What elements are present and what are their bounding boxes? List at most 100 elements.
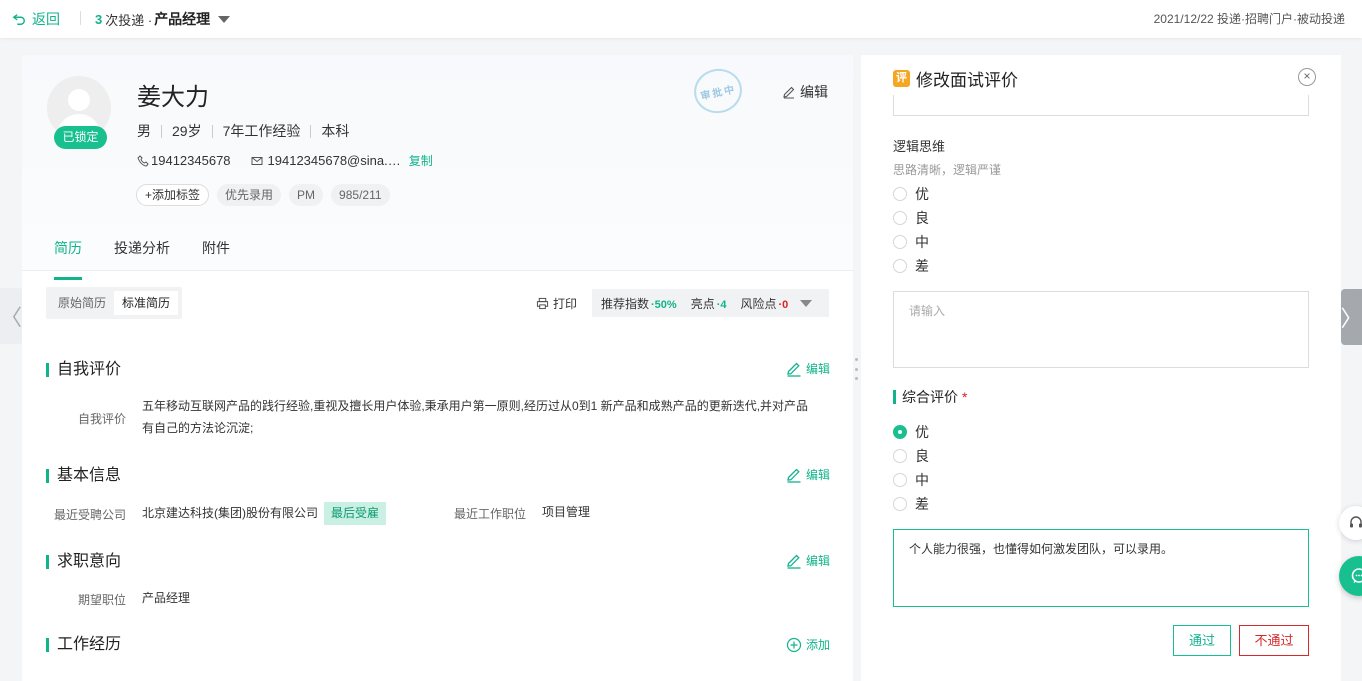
locked-badge: 已锁定: [54, 126, 107, 149]
pencil-icon: [787, 468, 801, 483]
recent-company-label: 最近受聘公司: [54, 508, 127, 522]
section-title-work: 工作经历: [46, 637, 121, 653]
resize-handle[interactable]: [855, 358, 859, 380]
candidate-name: 姜大力: [137, 84, 209, 111]
back-label: 返回: [32, 11, 60, 27]
plus-icon: +: [145, 188, 153, 202]
reject-button[interactable]: 不通过: [1239, 625, 1309, 656]
topbar-divider: [80, 11, 81, 25]
section-title-self-eval: 自我评价: [46, 362, 121, 378]
tabs-divider: [22, 270, 853, 271]
logic-comment-input[interactable]: 请输入: [893, 291, 1309, 368]
top-bar: 返回 3 次投递 · 产品经理 2021/12/22 投递·招聘门户·被动投递: [0, 0, 1362, 38]
standard-resume-toggle[interactable]: 标准简历: [114, 291, 178, 315]
tab-resume[interactable]: 简历: [54, 238, 82, 280]
phone-icon: [137, 154, 149, 167]
tag-list: +添加标签 优先录用 PM 985/211: [136, 184, 390, 206]
edit-profile-button[interactable]: 编辑: [782, 82, 828, 102]
logic-option-average[interactable]: 中: [893, 232, 929, 252]
support-button[interactable]: [1339, 506, 1362, 540]
pencil-icon: [787, 362, 801, 377]
score-summary[interactable]: 推荐指数 ·50% 亮点 ·4 风险点 ·0: [592, 289, 829, 317]
original-resume-toggle[interactable]: 原始简历: [50, 291, 114, 315]
chat-icon: [1351, 568, 1362, 583]
delivery-count: 3: [95, 11, 103, 27]
mail-icon: [251, 156, 263, 165]
pass-button[interactable]: 通过: [1173, 625, 1231, 656]
edit-intent-button[interactable]: 编辑: [786, 552, 830, 569]
overall-comment-input[interactable]: 个人能力很强，也懂得如何激发团队，可以录用。: [893, 529, 1309, 607]
recent-job-value: 项目管理: [542, 505, 591, 519]
logic-option-good[interactable]: 良: [893, 208, 929, 228]
tag-item: 优先录用: [217, 184, 282, 206]
edit-self-eval-button[interactable]: 编辑: [786, 360, 830, 377]
chevron-down-icon: [218, 15, 231, 23]
chevron-right-icon: 〉: [1340, 306, 1362, 331]
section-title-intent: 求职意向: [46, 554, 121, 570]
back-button[interactable]: 返回: [12, 9, 60, 29]
delivery-text: 次投递 ·: [105, 12, 153, 28]
interview-eval-panel: 评 修改面试评价 × 逻辑思维 思路清晰，逻辑严谨 优 良 中 差 请输入 综合…: [861, 55, 1341, 681]
resume-card: 已锁定 姜大力 男 29岁 7年工作经验 本科 19412345678 1941…: [22, 55, 853, 681]
close-icon: ×: [1303, 69, 1311, 83]
evaluation-icon: 评: [893, 70, 910, 87]
education: 本科: [321, 123, 350, 139]
add-tag-button[interactable]: +添加标签: [136, 184, 210, 206]
overall-title: 综合评价 *: [893, 390, 967, 404]
chevron-left-icon: 〈: [0, 305, 23, 330]
copy-link[interactable]: 复制: [409, 152, 433, 169]
approval-stamp: 审批中: [689, 64, 747, 118]
back-arrow-icon: [12, 14, 25, 25]
printer-icon: [536, 297, 549, 310]
recommend-value: ·50%: [651, 298, 677, 311]
delivery-meta: 2021/12/22 投递·招聘门户·被动投递: [1153, 12, 1345, 26]
highlight-label: 亮点: [690, 296, 715, 311]
logic-option-excellent[interactable]: 优: [893, 184, 929, 204]
recommend-label: 推荐指数: [601, 296, 650, 311]
logic-option-poor[interactable]: 差: [893, 256, 929, 276]
recent-job-label: 最近工作职位: [454, 507, 527, 521]
phone-number: 19412345678: [151, 153, 231, 168]
overall-option-average[interactable]: 中: [893, 470, 929, 490]
logic-subtitle: 思路清晰，逻辑严谨: [893, 163, 1002, 177]
tag-item: PM: [289, 184, 324, 206]
chat-button[interactable]: [1339, 556, 1362, 596]
close-button[interactable]: ×: [1298, 68, 1316, 86]
overall-option-poor[interactable]: 差: [893, 494, 929, 514]
email-address: 19412345678@sina.…: [267, 153, 401, 168]
tab-delivery-analysis[interactable]: 投递分析: [114, 238, 170, 268]
risk-value: ·0: [778, 298, 789, 311]
pencil-icon: [783, 86, 795, 99]
plus-circle-icon: [786, 637, 802, 652]
overall-option-excellent[interactable]: 优: [893, 422, 929, 442]
resume-tabs: 简历 投递分析 附件: [54, 238, 230, 280]
delivery-selector[interactable]: 3 次投递 · 产品经理: [95, 9, 231, 29]
collapse-right-handle[interactable]: 〉: [1341, 289, 1362, 345]
headset-icon: [1350, 516, 1362, 528]
add-work-button[interactable]: 添加: [786, 636, 830, 653]
overall-option-good[interactable]: 良: [893, 446, 929, 466]
age: 29岁: [172, 123, 202, 139]
gender: 男: [137, 123, 151, 139]
panel-title: 评 修改面试评价: [893, 66, 1018, 91]
print-button[interactable]: 打印: [536, 295, 577, 312]
delivery-position: 产品经理: [154, 11, 211, 27]
collapse-left-handle[interactable]: 〈: [0, 288, 22, 344]
tab-attachments[interactable]: 附件: [202, 238, 230, 268]
expected-position-value: 产品经理: [142, 591, 191, 605]
self-eval-text: 五年移动互联网产品的践行经验,重视及擅长用户体验,秉承用户第一原则,经历过从0到…: [142, 399, 809, 435]
contact-info: 19412345678 19412345678@sina.… 复制: [137, 152, 433, 169]
experience: 7年工作经验: [222, 123, 301, 139]
edit-basic-info-button[interactable]: 编辑: [786, 466, 830, 483]
recent-company-value: 北京建达科技(集团)股份有限公司: [142, 506, 318, 520]
pencil-icon: [787, 554, 801, 569]
chevron-down-icon: [800, 299, 813, 307]
section-title-basic-info: 基本信息: [46, 468, 121, 484]
logic-title: 逻辑思维: [893, 139, 946, 154]
last-employed-badge: 最后受雇: [324, 502, 387, 525]
highlight-value: ·4: [716, 298, 727, 311]
resume-view-toggle: 原始简历 标准简历: [46, 287, 182, 319]
expected-position-label: 期望职位: [78, 593, 127, 607]
previous-comment-field[interactable]: [893, 95, 1309, 116]
risk-label: 风险点: [740, 296, 777, 311]
